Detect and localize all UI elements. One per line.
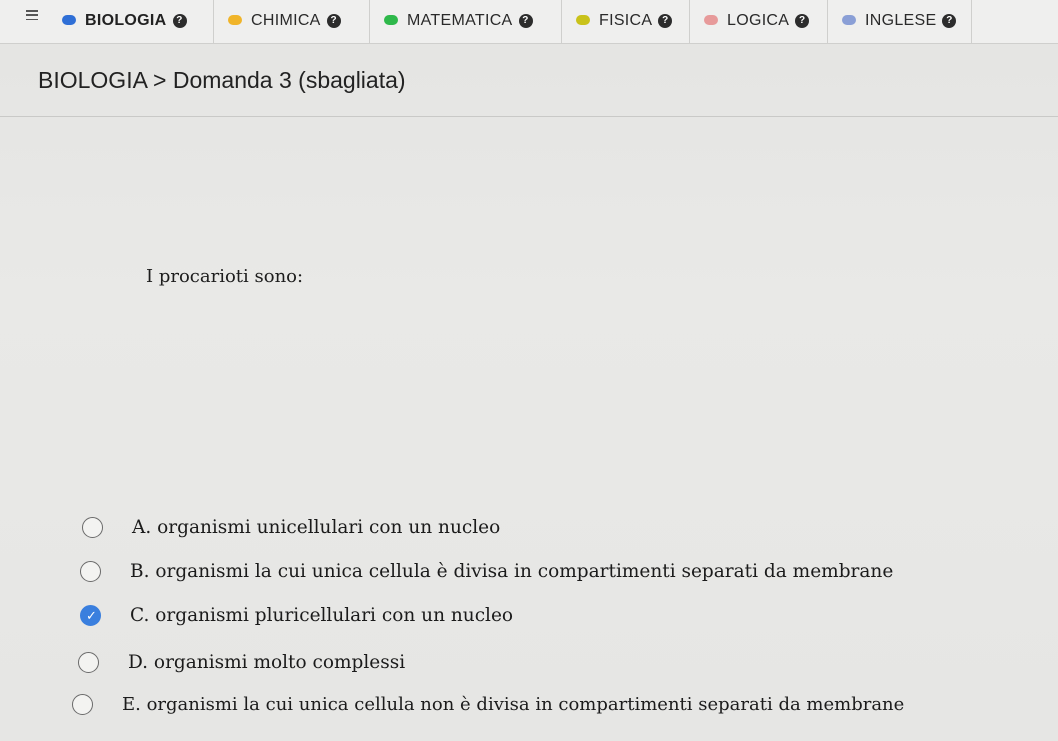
help-icon[interactable]: ?	[795, 14, 810, 28]
help-icon[interactable]: ?	[942, 14, 957, 28]
help-icon[interactable]: ?	[172, 14, 187, 28]
answer-option-label: C. organismi pluricellulari con un nucle…	[130, 605, 514, 626]
tab-label: FISICA	[599, 12, 653, 29]
answer-option-label: A. organismi unicellulari con un nucleo	[132, 517, 501, 538]
radio-button[interactable]	[82, 517, 103, 538]
answer-option-label: D. organismi molto complessi	[128, 652, 406, 673]
tab-matematica[interactable]: MATEMATICA ?	[370, 0, 562, 43]
checkmark-icon: ✓	[86, 608, 97, 623]
subject-tab-bar: BIOLOGIA ? CHIMICA ? MATEMATICA ? FISICA…	[0, 0, 1058, 44]
biologia-status-dot	[62, 15, 76, 25]
header-divider	[0, 116, 1058, 117]
tab-inglese[interactable]: INGLESE ?	[828, 0, 972, 43]
tab-label: LOGICA	[727, 12, 790, 29]
answer-option-a[interactable]: A. organismi unicellulari con un nucleo	[82, 517, 500, 538]
answer-option-label: E. organismi la cui unica cellula non è …	[122, 694, 905, 715]
answer-option-d[interactable]: D. organismi molto complessi	[78, 652, 405, 673]
help-icon[interactable]: ?	[518, 14, 533, 28]
menu-icon[interactable]	[26, 10, 38, 20]
tab-label: MATEMATICA	[407, 12, 513, 29]
tab-chimica[interactable]: CHIMICA ?	[214, 0, 370, 43]
question-text: I procarioti sono:	[146, 266, 304, 287]
answer-option-e[interactable]: E. organismi la cui unica cellula non è …	[72, 694, 904, 715]
help-icon[interactable]: ?	[658, 14, 673, 28]
tab-fisica[interactable]: FISICA ?	[562, 0, 690, 43]
tab-label: INGLESE	[865, 12, 937, 29]
answer-option-b[interactable]: B. organismi la cui unica cellula è divi…	[80, 561, 893, 582]
tab-logica[interactable]: LOGICA ?	[690, 0, 828, 43]
matematica-status-dot	[384, 15, 398, 25]
radio-button[interactable]	[78, 652, 99, 673]
breadcrumb: BIOLOGIA > Domanda 3 (sbagliata)	[38, 67, 406, 93]
radio-button[interactable]	[80, 561, 101, 582]
help-icon[interactable]: ?	[326, 14, 341, 28]
inglese-status-dot	[842, 15, 856, 25]
logica-status-dot	[704, 15, 718, 25]
tab-biologia[interactable]: BIOLOGIA ?	[62, 0, 214, 43]
radio-button[interactable]	[72, 694, 93, 715]
fisica-status-dot	[576, 15, 590, 25]
answer-option-label: B. organismi la cui unica cellula è divi…	[130, 561, 894, 582]
tab-label: BIOLOGIA	[85, 12, 167, 29]
chimica-status-dot	[228, 15, 242, 25]
tab-label: CHIMICA	[251, 12, 321, 29]
radio-button-selected[interactable]: ✓	[80, 605, 101, 626]
answer-option-c[interactable]: ✓ C. organismi pluricellulari con un nuc…	[80, 605, 513, 626]
